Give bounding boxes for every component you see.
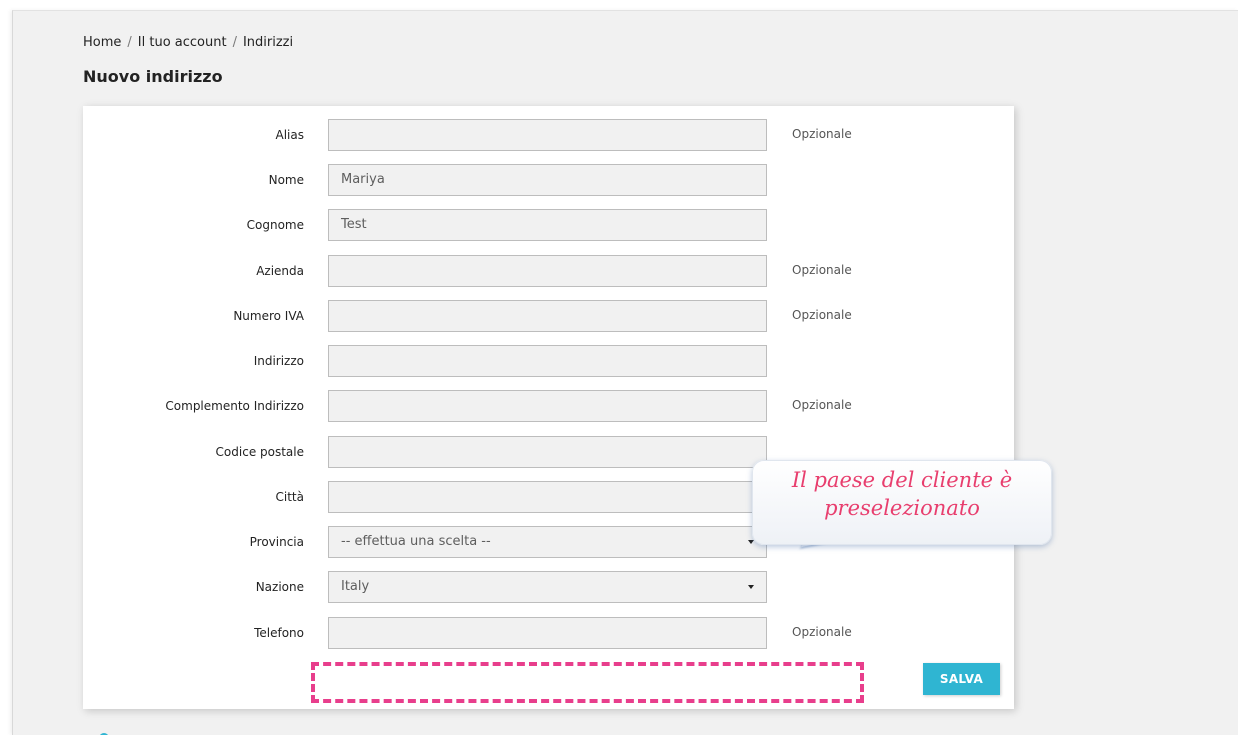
phone-optional-hint: Opzionale (792, 625, 852, 639)
save-button[interactable]: SALVA (923, 663, 1000, 695)
chevron-down-icon (748, 585, 754, 589)
vat-number-optional-hint: Opzionale (792, 308, 852, 322)
address-form-card: Alias Opzionale Nome Mariya Cognome Test… (83, 106, 1014, 709)
province-selected-value: -- effettua una scelta -- (341, 534, 491, 549)
last-name-label: Cognome (246, 218, 304, 232)
company-label: Azienda (256, 264, 304, 278)
company-field[interactable] (328, 255, 767, 287)
phone-field[interactable] (328, 617, 767, 649)
form-row-alias: Alias Opzionale (83, 119, 1014, 151)
breadcrumb-addresses[interactable]: Indirizzi (243, 35, 293, 50)
form-row-country: Nazione Italy (83, 571, 1014, 603)
country-highlight-frame (311, 662, 864, 703)
chevron-down-icon (748, 540, 754, 544)
breadcrumb-account[interactable]: Il tuo account (138, 35, 227, 50)
annotation-callout: Il paese del cliente è preselezionato (752, 460, 1052, 545)
vat-number-label: Numero IVA (233, 309, 304, 323)
alias-field[interactable] (328, 119, 767, 151)
postcode-field[interactable] (328, 436, 767, 468)
country-label: Nazione (255, 580, 304, 594)
form-row-company: Azienda Opzionale (83, 255, 1014, 287)
form-row-phone: Telefono Opzionale (83, 617, 1014, 649)
first-name-field[interactable]: Mariya (328, 164, 767, 196)
page-title: Nuovo indirizzo (83, 67, 223, 86)
province-select[interactable]: -- effettua una scelta -- (328, 526, 767, 558)
form-row-address: Indirizzo (83, 345, 1014, 377)
address-label: Indirizzo (253, 354, 304, 368)
alias-optional-hint: Opzionale (792, 127, 852, 141)
form-row-vat-number: Numero IVA Opzionale (83, 300, 1014, 332)
city-field[interactable] (328, 481, 767, 513)
form-row-first-name: Nome Mariya (83, 164, 1014, 196)
form-row-address-complement: Complemento Indirizzo Opzionale (83, 390, 1014, 422)
breadcrumb-separator: / (127, 35, 132, 50)
last-name-field[interactable]: Test (328, 209, 767, 241)
form-row-last-name: Cognome Test (83, 209, 1014, 241)
postcode-label: Codice postale (215, 445, 304, 459)
address-complement-field[interactable] (328, 390, 767, 422)
callout-line-2: preselezionato (824, 496, 980, 520)
address-complement-label: Complemento Indirizzo (165, 399, 304, 413)
phone-label: Telefono (254, 626, 304, 640)
callout-line-1: Il paese del cliente è (791, 468, 1013, 492)
page-viewport: Home / Il tuo account / Indirizzi Nuovo … (12, 10, 1238, 735)
breadcrumb-home[interactable]: Home (83, 35, 121, 50)
country-select[interactable]: Italy (328, 571, 767, 603)
country-selected-value: Italy (341, 579, 370, 594)
province-label: Provincia (249, 535, 304, 549)
company-optional-hint: Opzionale (792, 263, 852, 277)
vat-number-field[interactable] (328, 300, 767, 332)
city-label: Città (275, 490, 304, 504)
first-name-label: Nome (268, 173, 304, 187)
address-field[interactable] (328, 345, 767, 377)
breadcrumb-separator: / (232, 35, 237, 50)
address-complement-optional-hint: Opzionale (792, 398, 852, 412)
alias-label: Alias (275, 128, 304, 142)
breadcrumb: Home / Il tuo account / Indirizzi (83, 35, 293, 50)
